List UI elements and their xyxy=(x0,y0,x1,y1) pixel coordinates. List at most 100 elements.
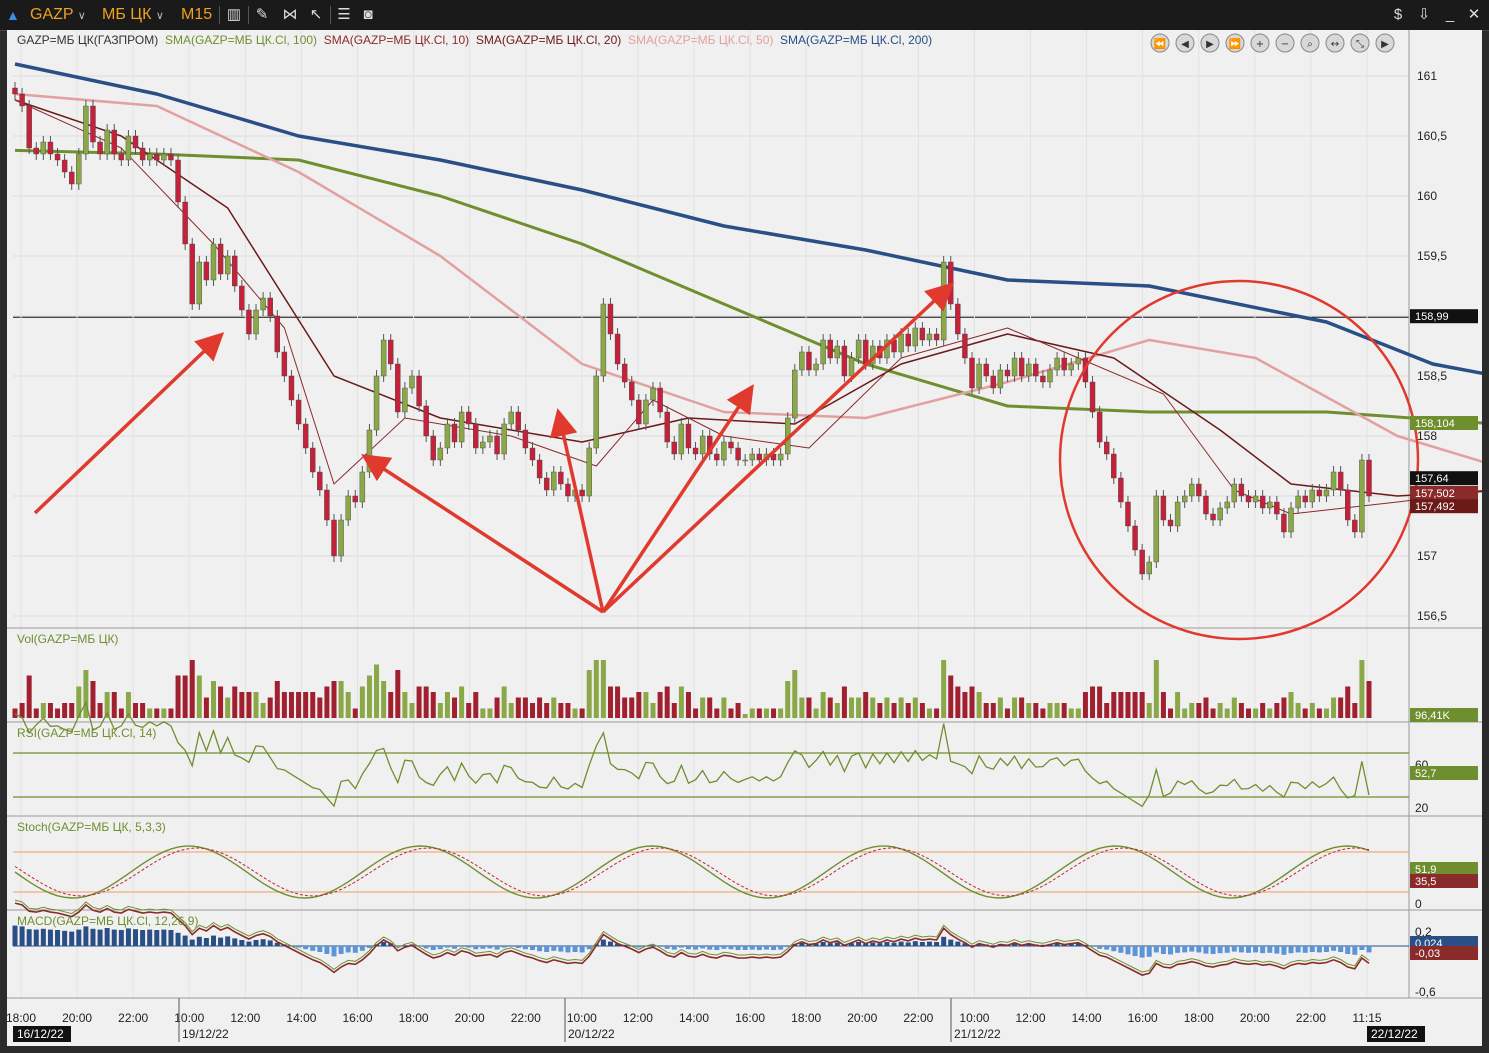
macd-hist-bar xyxy=(90,928,96,946)
volume-bar xyxy=(1104,703,1110,718)
price-label: 158,104 xyxy=(1415,418,1455,430)
macd-hist-bar xyxy=(1260,946,1266,954)
layers-icon[interactable]: ☰ xyxy=(334,5,354,25)
volume-bar xyxy=(1359,660,1365,718)
macd-signal-label: -0,03 xyxy=(1415,948,1440,960)
candle-body xyxy=(132,135,139,149)
candle-body xyxy=(83,105,89,155)
chart-area[interactable]: 161160,5160159,5159158,5158157,5157156,5… xyxy=(7,30,1482,1046)
close-icon[interactable]: ✕ xyxy=(1464,5,1484,25)
volume-bar xyxy=(586,670,592,718)
macd-hist-bar xyxy=(1366,946,1372,953)
download-icon[interactable]: ⇩ xyxy=(1414,5,1434,25)
macd-hist-bar xyxy=(33,929,39,946)
candle-body xyxy=(1224,501,1230,509)
indicators-icon[interactable]: ⋈ xyxy=(280,5,300,25)
candle-body xyxy=(373,375,380,431)
volume-bar xyxy=(905,703,911,718)
candle-body xyxy=(905,333,911,347)
candle-body xyxy=(1352,519,1358,533)
candle-body xyxy=(586,447,592,497)
pencil-icon[interactable]: ✎ xyxy=(252,5,272,25)
candle-body xyxy=(742,459,748,462)
candle-body xyxy=(1174,501,1181,527)
macd-hist-bar xyxy=(1338,946,1344,952)
pane-separators xyxy=(7,30,1482,999)
macd-hist-bar xyxy=(133,929,139,946)
volume-bar xyxy=(827,697,833,718)
macd-hist-bar xyxy=(366,946,372,948)
camera-icon[interactable]: ◙ xyxy=(358,5,378,25)
volume-bar xyxy=(544,703,550,718)
macd-hist-bar xyxy=(685,946,691,950)
volume-bar xyxy=(969,686,975,718)
volume-bar xyxy=(685,692,691,718)
candle-body xyxy=(1146,561,1152,575)
macd-hist-bar xyxy=(331,946,337,957)
symbol-selector[interactable]: GAZP ∨ xyxy=(30,4,86,26)
macd-hist-bar xyxy=(1274,946,1280,954)
macd-hist-bar xyxy=(1118,946,1124,953)
time-label: 20:00 xyxy=(455,1011,485,1025)
macd-hist-bar xyxy=(1125,946,1131,955)
volume-bar xyxy=(1019,697,1025,718)
grid xyxy=(13,30,1409,998)
candle-body xyxy=(997,369,1004,389)
volume-bar xyxy=(856,697,862,718)
volume-bar xyxy=(140,703,146,718)
macd-hist-bar xyxy=(515,946,521,948)
volume-bar xyxy=(1061,703,1067,718)
candle-body xyxy=(380,339,387,377)
macd-hist-bar xyxy=(69,931,75,946)
volume-bar xyxy=(1274,703,1280,718)
volume-bar xyxy=(976,692,982,718)
macd-hist-bar xyxy=(1253,946,1259,953)
volume-bar xyxy=(1068,708,1074,718)
macd-hist-bar xyxy=(1203,946,1209,954)
macd-hist-bar xyxy=(664,946,670,949)
macd-hist-bar xyxy=(253,940,259,946)
dollar-icon[interactable]: $ xyxy=(1388,5,1408,25)
cursor-icon[interactable]: ↖ xyxy=(306,5,326,25)
volume-bar xyxy=(437,703,443,718)
macd-hist-bar xyxy=(700,946,706,949)
volume-bar xyxy=(1026,703,1032,718)
volume-bar xyxy=(1097,686,1103,718)
macd-hist-bar xyxy=(877,943,883,946)
volume-bar xyxy=(1323,708,1329,718)
volume-bar xyxy=(1033,703,1039,718)
board-selector[interactable]: МБ ЦК ∨ xyxy=(102,4,164,26)
time-label: 22:00 xyxy=(903,1011,933,1025)
macd-hist-bar xyxy=(586,946,592,950)
candle-body xyxy=(948,261,954,305)
macd-hist-bar xyxy=(310,946,316,951)
sma-10-line xyxy=(14,99,1482,515)
candle-body xyxy=(1359,459,1365,533)
candle-body xyxy=(1018,357,1025,377)
macd-hist-bar xyxy=(884,942,890,946)
minimize-icon[interactable]: _ xyxy=(1440,5,1460,25)
candle-body xyxy=(97,141,103,155)
candle-body xyxy=(118,153,125,161)
candle-body xyxy=(154,153,160,161)
time-label: 18:00 xyxy=(7,1011,36,1025)
rsi-value-label: 52,7 xyxy=(1415,768,1436,780)
annotation-arrow xyxy=(33,332,225,515)
candle-body xyxy=(1345,489,1351,521)
volume-bar xyxy=(133,703,139,718)
volume-bar xyxy=(359,686,365,718)
macd-hist-bar xyxy=(721,946,727,949)
volume-bar xyxy=(62,703,68,718)
volume-bar xyxy=(522,697,528,718)
candles-icon[interactable]: ▥ xyxy=(224,5,244,25)
macd-hist-bar xyxy=(1146,946,1152,957)
candle-body xyxy=(1189,483,1195,497)
chart-svg[interactable]: 161160,5160159,5159158,5158157,5157156,5… xyxy=(7,30,1482,1046)
candle-body xyxy=(253,309,259,335)
volume-bar xyxy=(529,703,535,718)
macd-hist-bar xyxy=(1182,946,1188,953)
volume-bar xyxy=(324,686,330,718)
macd-hist-bar xyxy=(97,929,103,946)
timeframe-button[interactable]: M15 xyxy=(181,4,212,26)
macd-hist-bar xyxy=(473,946,479,950)
